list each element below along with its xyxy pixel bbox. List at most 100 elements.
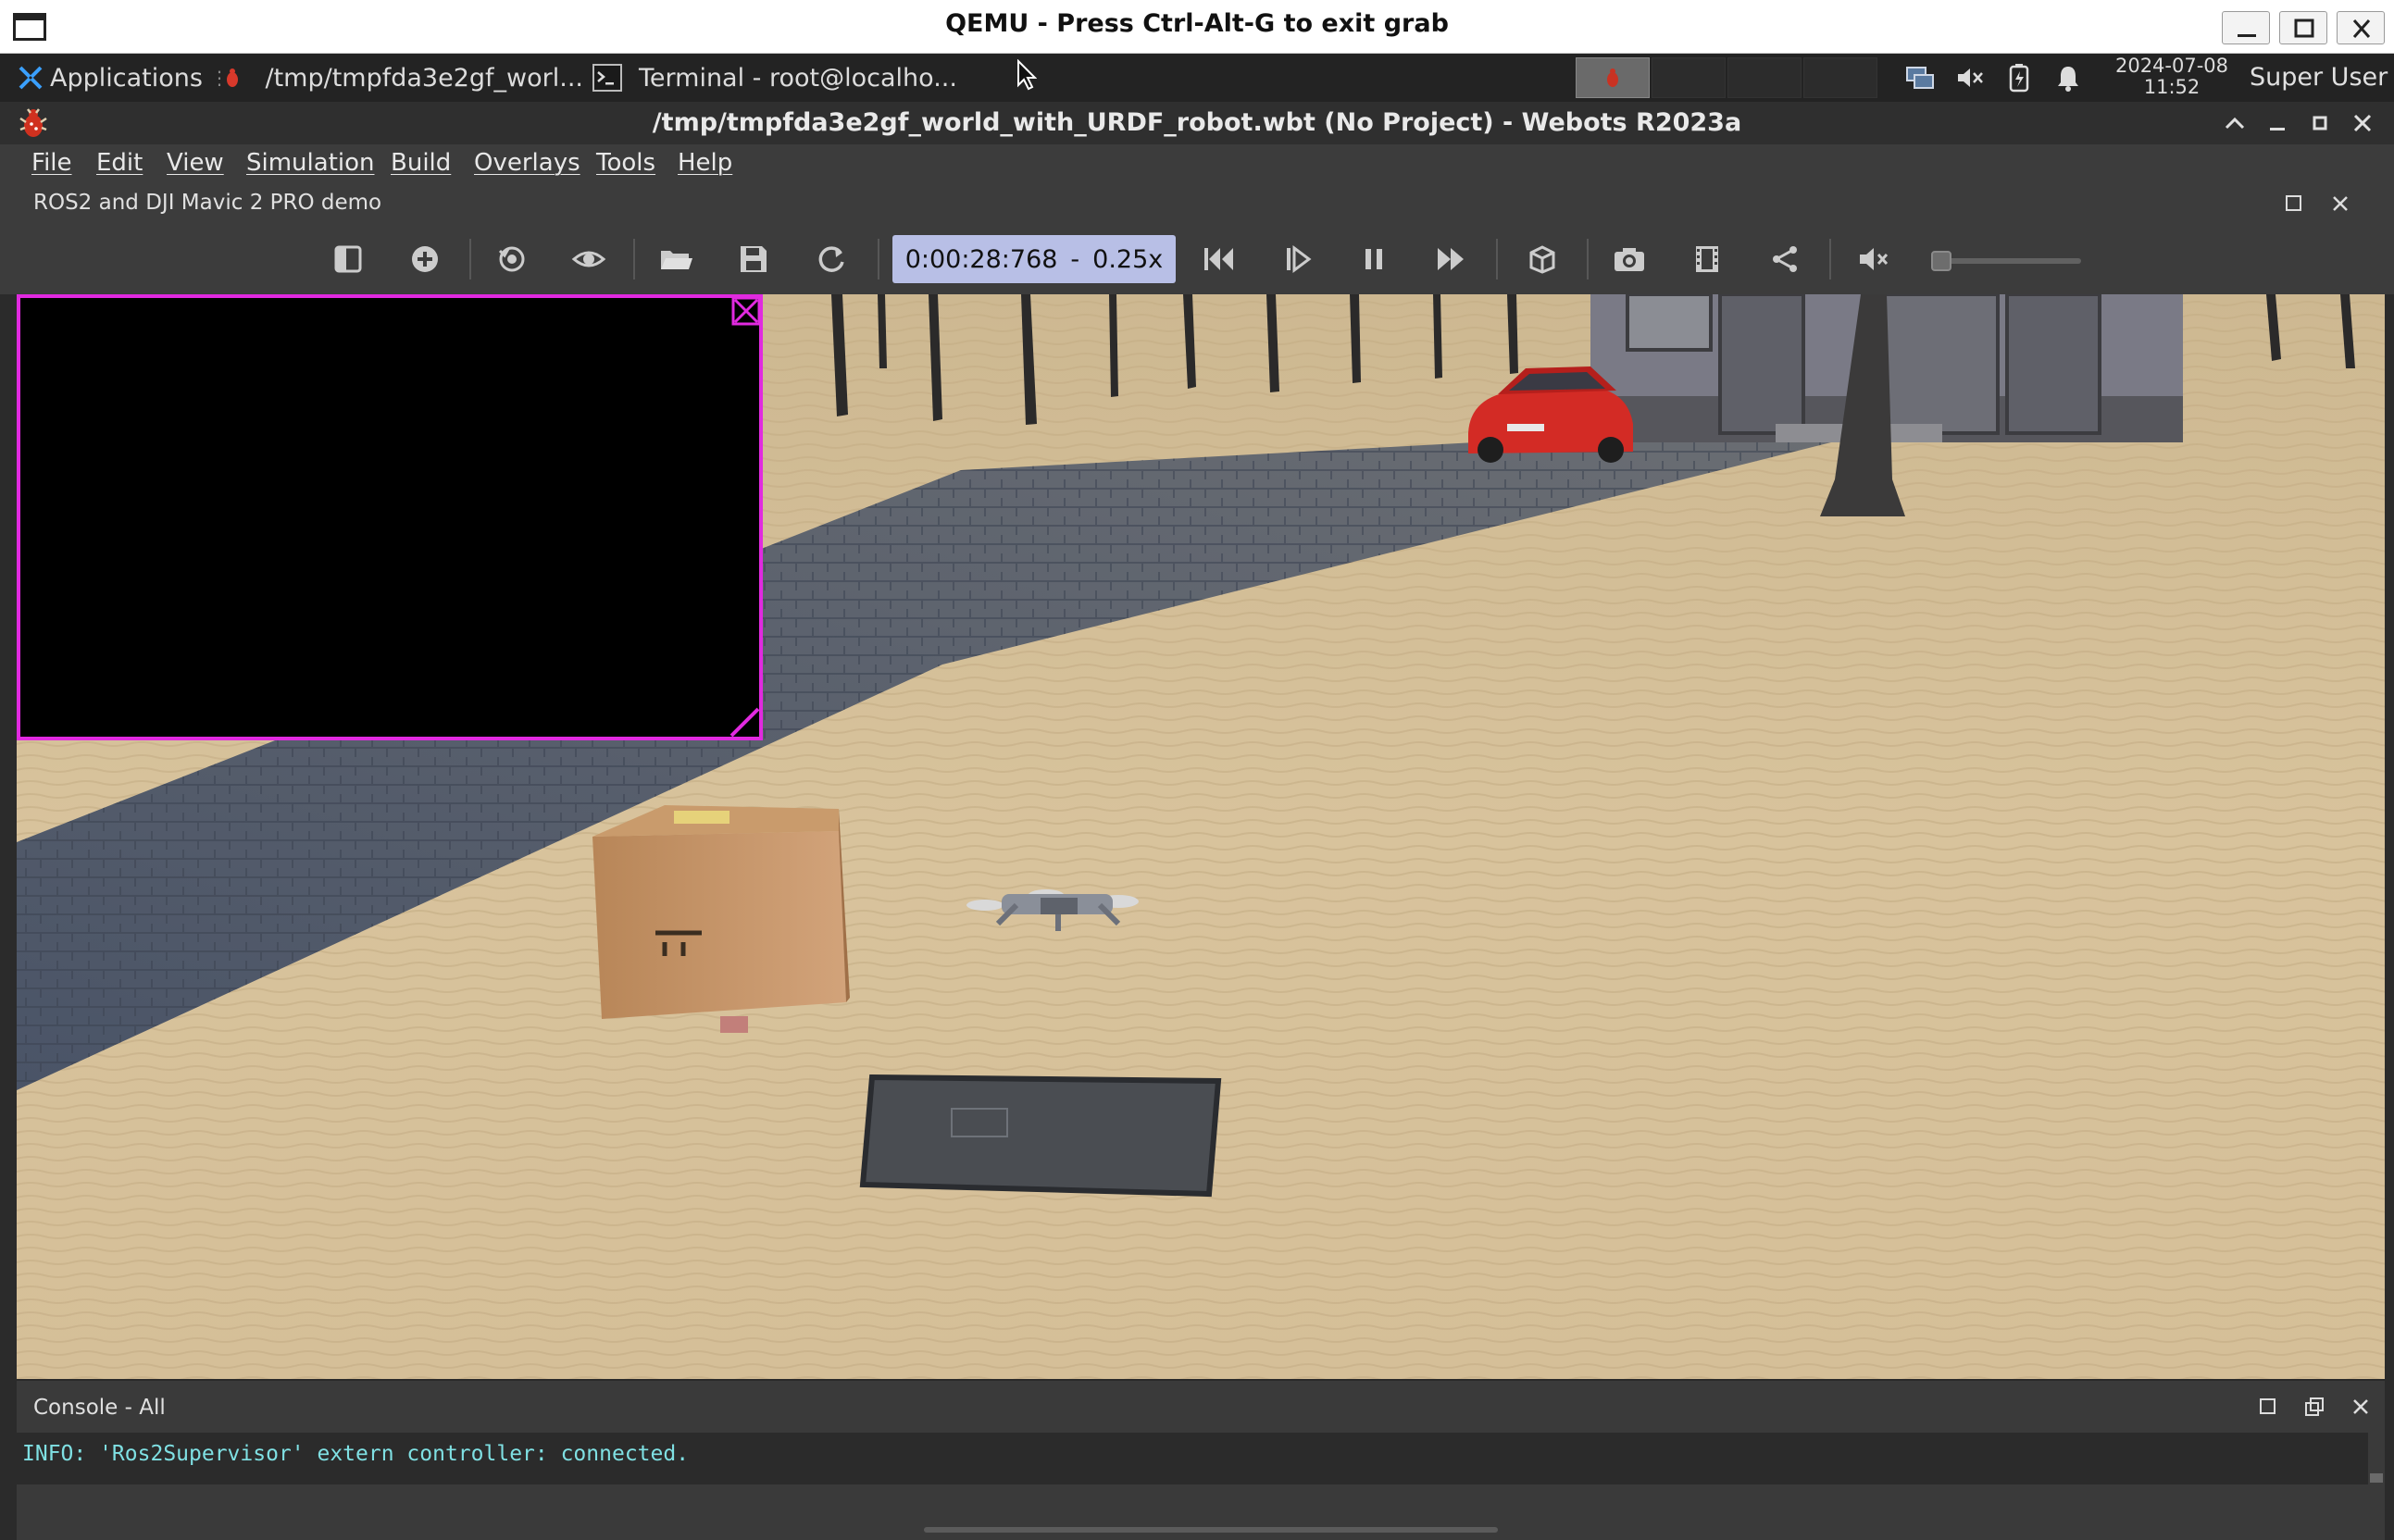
eye-icon	[571, 251, 606, 267]
minimize-icon	[2270, 128, 2285, 130]
visibility-button[interactable]	[567, 237, 611, 281]
webots-close-button[interactable]	[2350, 111, 2375, 139]
menu-simulation[interactable]: Simulation	[246, 149, 375, 177]
qemu-title-bar: QEMU - Press Ctrl-Alt-G to exit grab	[0, 0, 2394, 54]
camera-icon	[1615, 248, 1644, 271]
menu-bar: File Edit View Simulation Build Overlays…	[0, 144, 2394, 183]
scene-tree-toggle-icon	[334, 245, 362, 273]
menu-view[interactable]: View	[167, 149, 224, 177]
toolbar-separator	[633, 239, 635, 279]
task-terminal[interactable]: Terminal - root@localho...	[592, 54, 963, 102]
volume-tray[interactable]	[1955, 54, 1985, 102]
workspace-4[interactable]	[1803, 57, 1877, 98]
3d-view[interactable]	[17, 294, 2385, 1379]
console-title: Console - All	[33, 1396, 166, 1420]
mute-button[interactable]	[1852, 237, 1896, 281]
menu-tools[interactable]: Tools	[596, 149, 655, 177]
workspace-1[interactable]	[1576, 57, 1650, 98]
webots-title-bar: /tmp/tmpfda3e2gf_world_with_URDF_robot.w…	[0, 102, 2394, 144]
console-log-line: INFO: 'Ros2Supervisor' extern controller…	[22, 1442, 690, 1466]
network-tray[interactable]	[1905, 54, 1935, 102]
record-movie-button[interactable]	[1685, 237, 1729, 281]
user-menu[interactable]: Super User	[2250, 54, 2388, 102]
toolbar-separator	[1496, 239, 1498, 279]
webots-shade-button[interactable]	[2222, 111, 2248, 139]
webots-minimize-button[interactable]	[2264, 111, 2290, 139]
reload-icon	[818, 246, 844, 272]
applications-menu[interactable]: Applications ⋮	[17, 54, 229, 102]
rendering-toggle-button[interactable]	[1520, 237, 1565, 281]
simulation-toolbar: 0:00:28:768 - 0.25x	[0, 224, 2394, 294]
close-icon	[2352, 19, 2371, 38]
menu-overlays[interactable]: Overlays	[474, 149, 580, 177]
notifications-tray[interactable]	[2055, 54, 2081, 102]
volume-muted-icon	[1958, 68, 1983, 87]
menu-build[interactable]: Build	[391, 149, 451, 177]
menu-edit[interactable]: Edit	[96, 149, 143, 177]
task-webots[interactable]: /tmp/tmpfda3e2gf_worl...	[220, 54, 583, 102]
overlay-resize-icon[interactable]	[728, 705, 759, 737]
console-vertical-scrollbar[interactable]	[2368, 1433, 2385, 1484]
console-scroll-thumb[interactable]	[2370, 1473, 2383, 1483]
float-view-button[interactable]	[2283, 192, 2305, 220]
console-float-button[interactable]	[2303, 1396, 2325, 1422]
console-log[interactable]: INFO: 'Ros2Supervisor' extern controller…	[17, 1433, 2368, 1484]
applications-icon	[19, 66, 43, 90]
reset-view-button[interactable]	[490, 237, 534, 281]
console-close-button[interactable]	[2350, 1396, 2372, 1422]
workspace-2[interactable]	[1652, 57, 1726, 98]
volume-slider[interactable]	[1937, 258, 2081, 264]
menu-help[interactable]: Help	[678, 149, 732, 177]
battery-icon	[2009, 64, 2029, 93]
chevron-up-icon	[2225, 117, 2245, 130]
workspace-3[interactable]	[1727, 57, 1802, 98]
maximize-button[interactable]	[2279, 11, 2327, 44]
qemu-window-title: QEMU - Press Ctrl-Alt-G to exit grab	[945, 9, 1449, 38]
toggle-scene-tree-button[interactable]	[326, 237, 370, 281]
close-icon	[2353, 1399, 2368, 1414]
power-tray[interactable]	[2007, 54, 2031, 102]
save-icon	[741, 246, 767, 272]
pause-icon	[1365, 249, 1382, 269]
maximize-icon	[2294, 19, 2314, 38]
screenshot-button[interactable]	[1607, 237, 1652, 281]
add-icon	[412, 246, 438, 272]
pause-button[interactable]	[1352, 237, 1396, 281]
clock[interactable]: 2024-07-08 11:52	[2098, 56, 2246, 98]
share-button[interactable]	[1763, 237, 1807, 281]
close-view-button[interactable]	[2329, 192, 2351, 220]
applications-label: Applications	[50, 63, 203, 93]
volume-slider-handle[interactable]	[1931, 251, 1951, 271]
maximize-icon	[2260, 1398, 2276, 1414]
float-window-icon	[2305, 1397, 2324, 1416]
clock-date: 2024-07-08	[2114, 55, 2229, 77]
add-node-button[interactable]	[403, 237, 447, 281]
network-icon	[1906, 67, 1934, 89]
minimize-icon	[2238, 34, 2256, 37]
toolbar-separator	[1829, 239, 1831, 279]
step-button[interactable]	[1276, 237, 1320, 281]
menu-file[interactable]: File	[31, 149, 72, 177]
maximize-icon	[2313, 116, 2327, 130]
task-webots-label: /tmp/tmpfda3e2gf_worl...	[265, 63, 584, 93]
clock-time: 11:52	[2143, 76, 2201, 98]
minimize-button[interactable]	[2222, 11, 2270, 44]
maximize-icon	[2286, 195, 2301, 211]
fast-forward-button[interactable]	[1429, 237, 1474, 281]
console-horizontal-scrollbar[interactable]	[924, 1527, 1498, 1533]
task-terminal-label: Terminal - root@localho...	[639, 63, 957, 93]
open-world-button[interactable]	[654, 237, 698, 281]
webots-bug-icon	[1607, 68, 1618, 87]
reload-world-button[interactable]	[809, 237, 854, 281]
close-button[interactable]	[2337, 11, 2385, 44]
console-maximize-button[interactable]	[2257, 1396, 2279, 1422]
overlay-close-icon[interactable]	[731, 296, 761, 326]
save-world-button[interactable]	[731, 237, 776, 281]
toolbar-separator	[1587, 239, 1589, 279]
folder-open-icon	[661, 251, 692, 269]
toolbar-separator	[469, 239, 471, 279]
camera-overlay[interactable]	[17, 294, 763, 740]
webots-maximize-button[interactable]	[2307, 111, 2333, 139]
reset-simulation-button[interactable]	[1196, 237, 1241, 281]
volume-muted-icon	[1860, 248, 1889, 270]
